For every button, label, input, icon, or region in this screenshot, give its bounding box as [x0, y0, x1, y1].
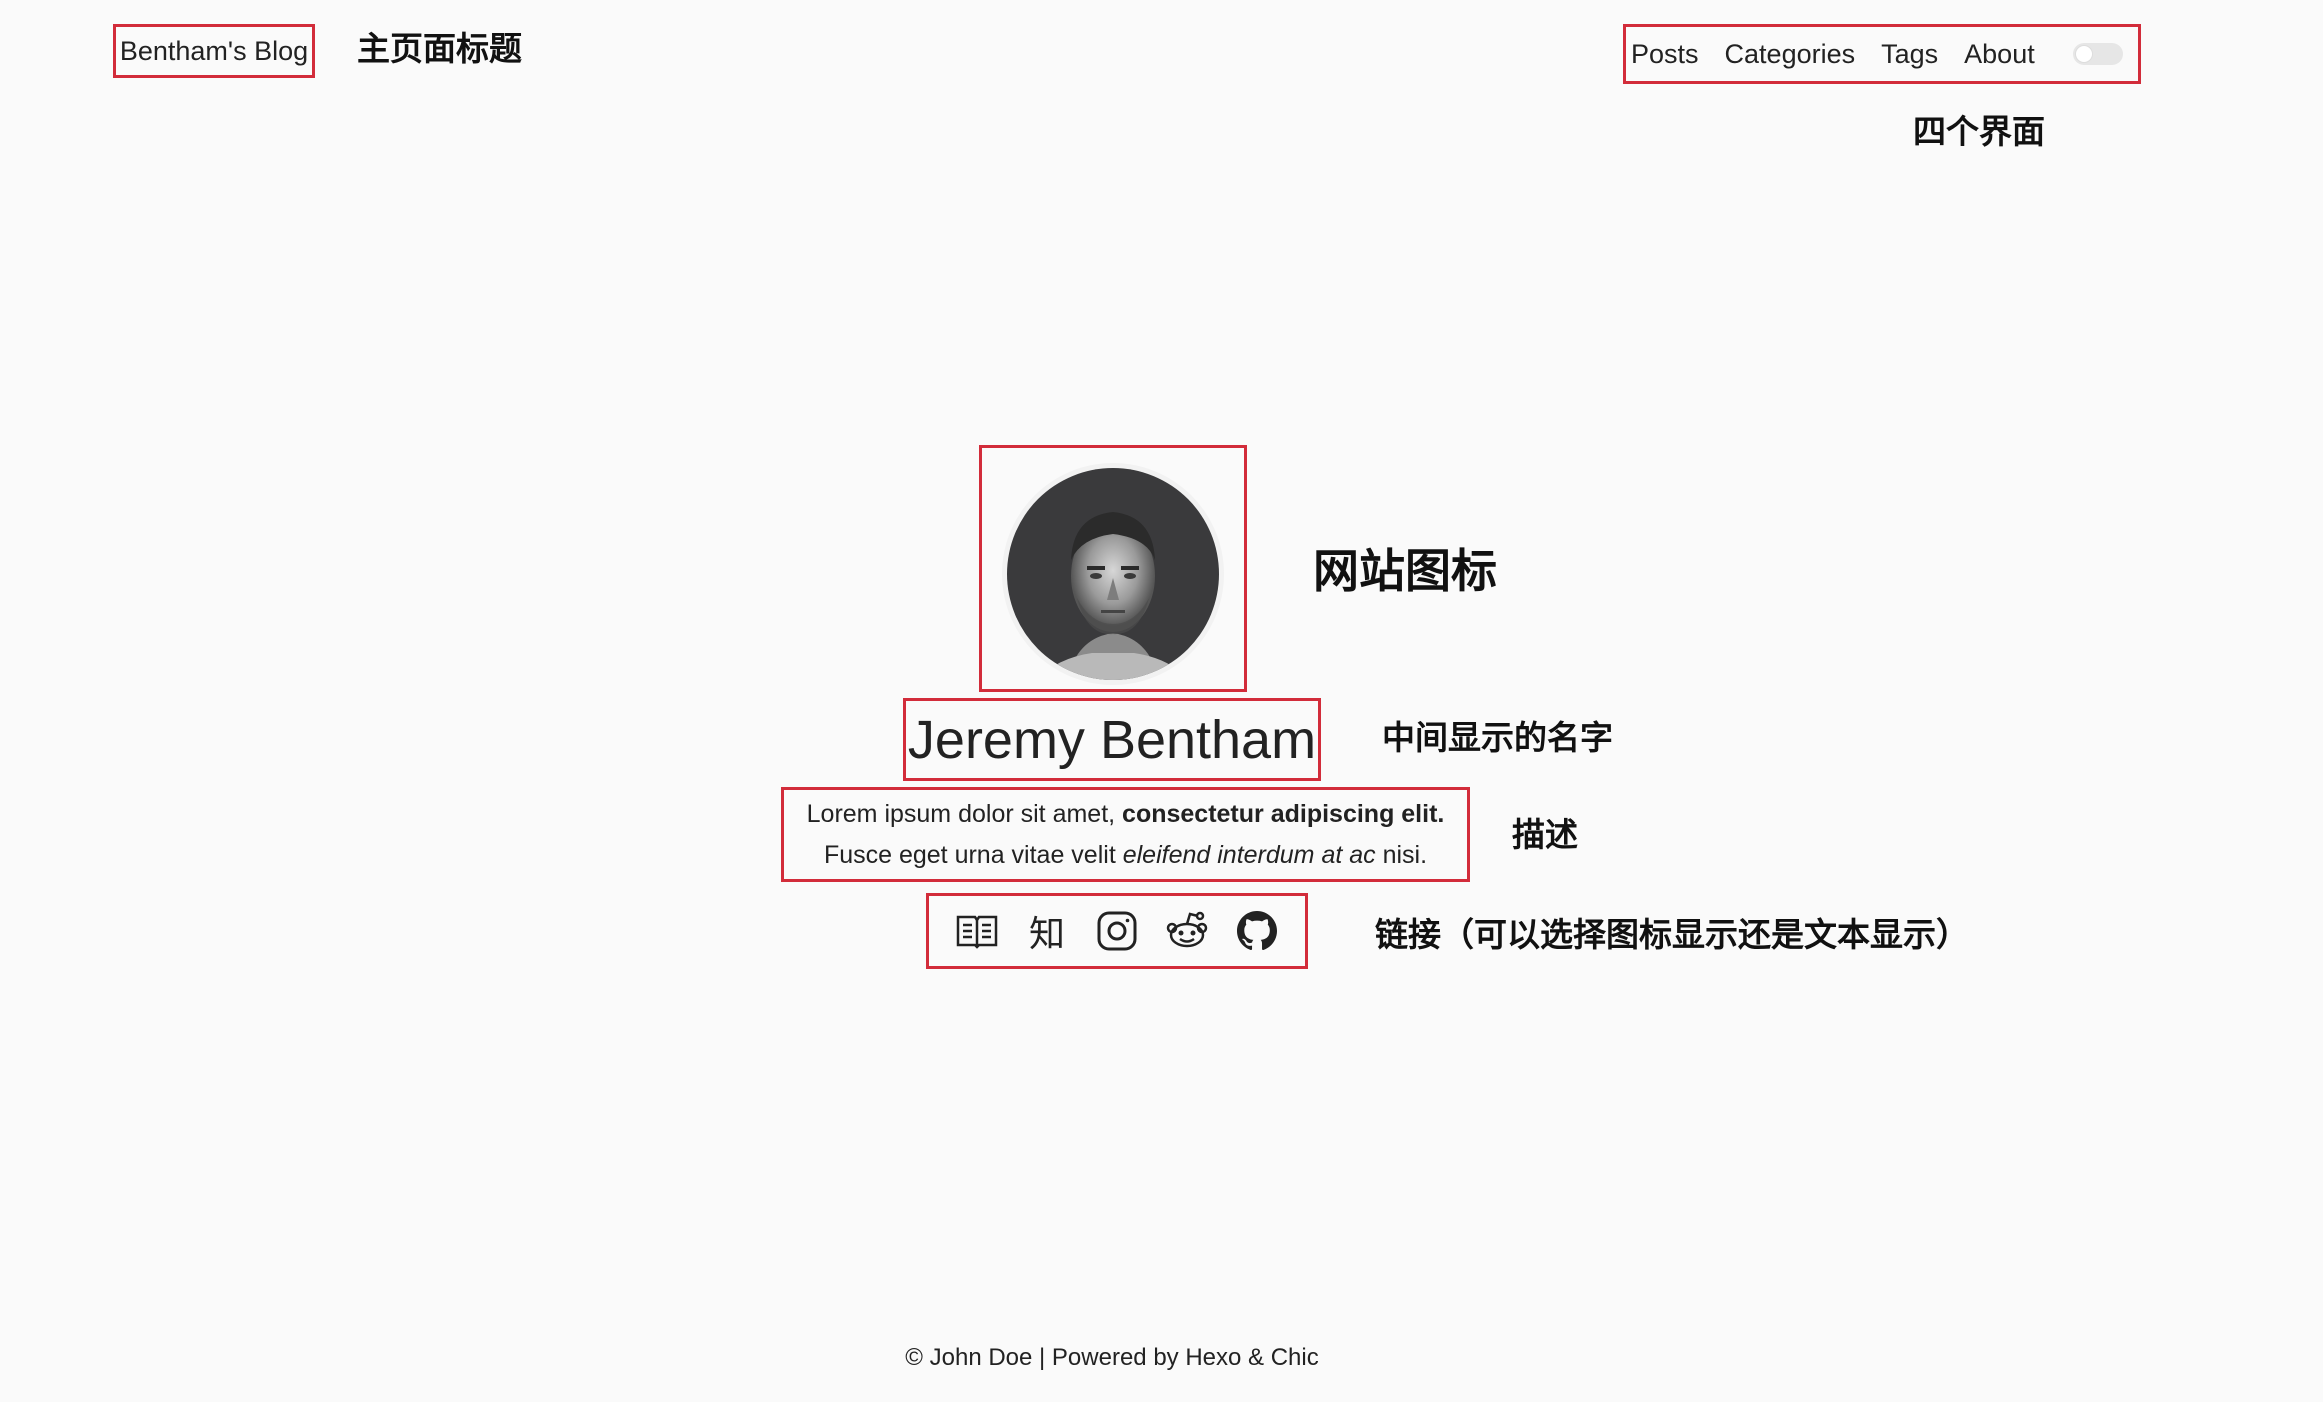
footer-text: © John Doe | Powered by Hexo & Chic [905, 1344, 1319, 1371]
description-line-2-italic: eleifend interdum at ac [1122, 840, 1376, 869]
profile-description: Lorem ipsum dolor sit amet, consectetur … [781, 787, 1470, 882]
instagram-icon[interactable] [1095, 909, 1139, 953]
description-line-2: Fusce eget urna vitae velit eleifend int… [824, 839, 1427, 872]
footer: © John Doe | Powered by Hexo & Chic [0, 1344, 2224, 1372]
annotation-nav: 四个界面 [1913, 112, 2045, 151]
dark-mode-toggle[interactable] [2072, 43, 2123, 65]
github-icon[interactable] [1235, 909, 1279, 953]
annotation-links: 链接（可以选择图标显示还是文本显示） [1375, 915, 1969, 954]
profile-name: Jeremy Bentham [907, 709, 1317, 770]
annotation-desc: 描述 [1512, 815, 1578, 854]
nav-about[interactable]: About [1964, 39, 2035, 70]
annotation-name: 中间显示的名字 [1382, 718, 1613, 757]
avatar-portrait-icon [1007, 468, 1219, 680]
description-line-2-end: nisi. [1375, 840, 1428, 869]
main-nav: Posts Categories Tags About [1623, 24, 2141, 84]
nav-tags[interactable]: Tags [1881, 39, 1938, 70]
zhihu-glyph: 知 [1028, 914, 1065, 955]
page: Bentham's Blog 主页面标题 Posts Categories Ta… [0, 0, 2323, 1402]
description-line-1: Lorem ipsum dolor sit amet, consectetur … [807, 798, 1445, 831]
description-line-2-text: Fusce eget urna vitae velit [823, 840, 1123, 869]
annotation-avatar: 网站图标 [1313, 544, 1497, 598]
reddit-icon[interactable] [1165, 909, 1209, 953]
annotation-title: 主页面标题 [357, 29, 522, 68]
description-line-1-text: Lorem ipsum dolor sit amet, [806, 800, 1123, 828]
blog-title-link[interactable]: Bentham's Blog [113, 24, 315, 78]
avatar [1002, 463, 1224, 685]
description-line-1-bold: consectetur adipiscing elit. [1122, 800, 1445, 828]
zhihu-icon[interactable]: 知 [1025, 909, 1069, 955]
book-icon[interactable] [955, 909, 999, 953]
nav-posts[interactable]: Posts [1631, 39, 1699, 70]
nav-categories[interactable]: Categories [1725, 39, 1856, 70]
social-links: 知 [926, 893, 1308, 969]
